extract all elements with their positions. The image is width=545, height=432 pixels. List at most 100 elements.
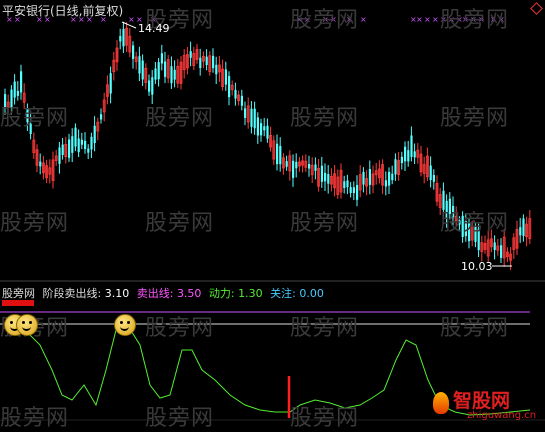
candle-body — [87, 148, 90, 153]
candle-body — [84, 140, 87, 149]
candle-body — [346, 180, 349, 188]
candle-body — [157, 62, 160, 80]
candle-body — [122, 28, 125, 47]
watermark: 股旁网 — [440, 8, 510, 33]
candle-body — [413, 151, 416, 158]
watermark: 股旁网 — [440, 211, 510, 236]
candle-body — [263, 126, 266, 131]
candle-body — [90, 136, 93, 150]
watermark: 股旁网 — [290, 211, 360, 236]
candle-body — [189, 51, 192, 58]
watermark: 股旁网 — [440, 316, 510, 341]
candle-body — [234, 89, 237, 99]
candle-body — [212, 55, 215, 69]
candle-body — [295, 161, 298, 169]
candle-body — [324, 172, 327, 182]
candle-body — [250, 108, 253, 127]
candle-body — [39, 161, 42, 167]
candle-body — [500, 245, 503, 258]
candle-body — [93, 125, 96, 144]
candle-body — [368, 169, 371, 185]
candle-body — [356, 184, 359, 200]
candle-body — [343, 181, 346, 189]
param3-value: 1.30 — [238, 287, 263, 300]
candle-body — [160, 53, 163, 64]
cross-marker: × — [424, 15, 431, 24]
candle-body — [429, 165, 432, 181]
candle-body — [253, 108, 256, 129]
watermark: 股旁网 — [290, 8, 360, 33]
site-logo: 智股网 zhiguwang.cn — [431, 386, 539, 424]
candle-body — [493, 242, 496, 250]
candle-body — [173, 69, 176, 80]
watermark: 股旁网 — [440, 106, 510, 131]
candle-body — [404, 146, 407, 162]
param2-label: 卖出线: — [136, 287, 174, 300]
candle-body — [384, 180, 387, 187]
candle-body — [151, 77, 154, 95]
candle-body — [522, 218, 525, 237]
candle-body — [256, 117, 259, 136]
indicator-legend: 股旁网 阶段卖出线: 3.10 卖出线: 3.50 动力: 1.30 关注: 0… — [2, 285, 324, 301]
param2-value: 3.50 — [176, 287, 202, 300]
candle-body — [205, 56, 208, 66]
candle-body — [80, 139, 83, 145]
candle-body — [224, 69, 227, 85]
candle-body — [320, 165, 323, 182]
candle-body — [148, 80, 151, 92]
candle-body — [16, 90, 19, 96]
smiley-icon — [114, 314, 136, 336]
candle-body — [58, 147, 61, 164]
cross-marker: × — [360, 15, 367, 24]
smiley-icon — [16, 314, 38, 336]
candle-body — [362, 171, 365, 185]
candle-body — [215, 64, 218, 75]
candle-body — [285, 161, 288, 167]
candle-body — [109, 73, 112, 94]
candle-body — [260, 123, 263, 136]
candle-body — [164, 61, 167, 77]
watermark: 股旁网 — [0, 406, 70, 431]
candle-body — [410, 135, 413, 157]
candle-body — [170, 66, 173, 84]
watermark: 股旁网 — [0, 211, 70, 236]
candle-body — [388, 171, 391, 186]
stock-title: 平安银行(日线,前复权) — [2, 4, 124, 18]
watermark: 股旁网 — [145, 211, 215, 236]
watermark: 股旁网 — [290, 316, 360, 341]
candle-body — [327, 174, 330, 184]
candle-body — [244, 108, 247, 118]
param4-value: 0.00 — [299, 287, 324, 300]
low-price-label: 10.03 — [461, 260, 493, 273]
candle-body — [391, 173, 394, 181]
high-price-label: 14.49 — [138, 22, 170, 35]
candle-body — [279, 145, 282, 165]
candle-body — [400, 156, 403, 164]
candle-body — [138, 56, 141, 74]
watermark: 股旁网 — [145, 406, 215, 431]
candle-body — [119, 36, 122, 42]
param3-label: 动力: — [208, 287, 235, 300]
candle-body — [240, 95, 243, 106]
candle-body — [154, 68, 157, 80]
cross-marker: × — [416, 15, 423, 24]
param1-value: 3.10 — [104, 287, 130, 300]
watermark: 股旁网 — [290, 106, 360, 131]
candle-body — [74, 127, 77, 147]
candle-body — [199, 57, 202, 68]
candle-body — [519, 227, 522, 236]
candle-body — [68, 139, 71, 158]
candle-body — [77, 138, 80, 153]
candle-body — [352, 187, 355, 194]
logo-text: 智股网 — [453, 390, 511, 412]
candle-body — [308, 164, 311, 169]
indicator-red-bar — [2, 300, 34, 306]
candle-body — [292, 160, 295, 178]
candle-body — [266, 125, 269, 139]
candle-body — [13, 81, 16, 98]
logo-url: zhiguwang.cn — [467, 410, 537, 421]
cross-marker: × — [128, 15, 135, 24]
param1-label: 阶段卖出线: — [42, 287, 102, 300]
candle-body — [132, 45, 135, 59]
candle-body — [276, 143, 279, 165]
